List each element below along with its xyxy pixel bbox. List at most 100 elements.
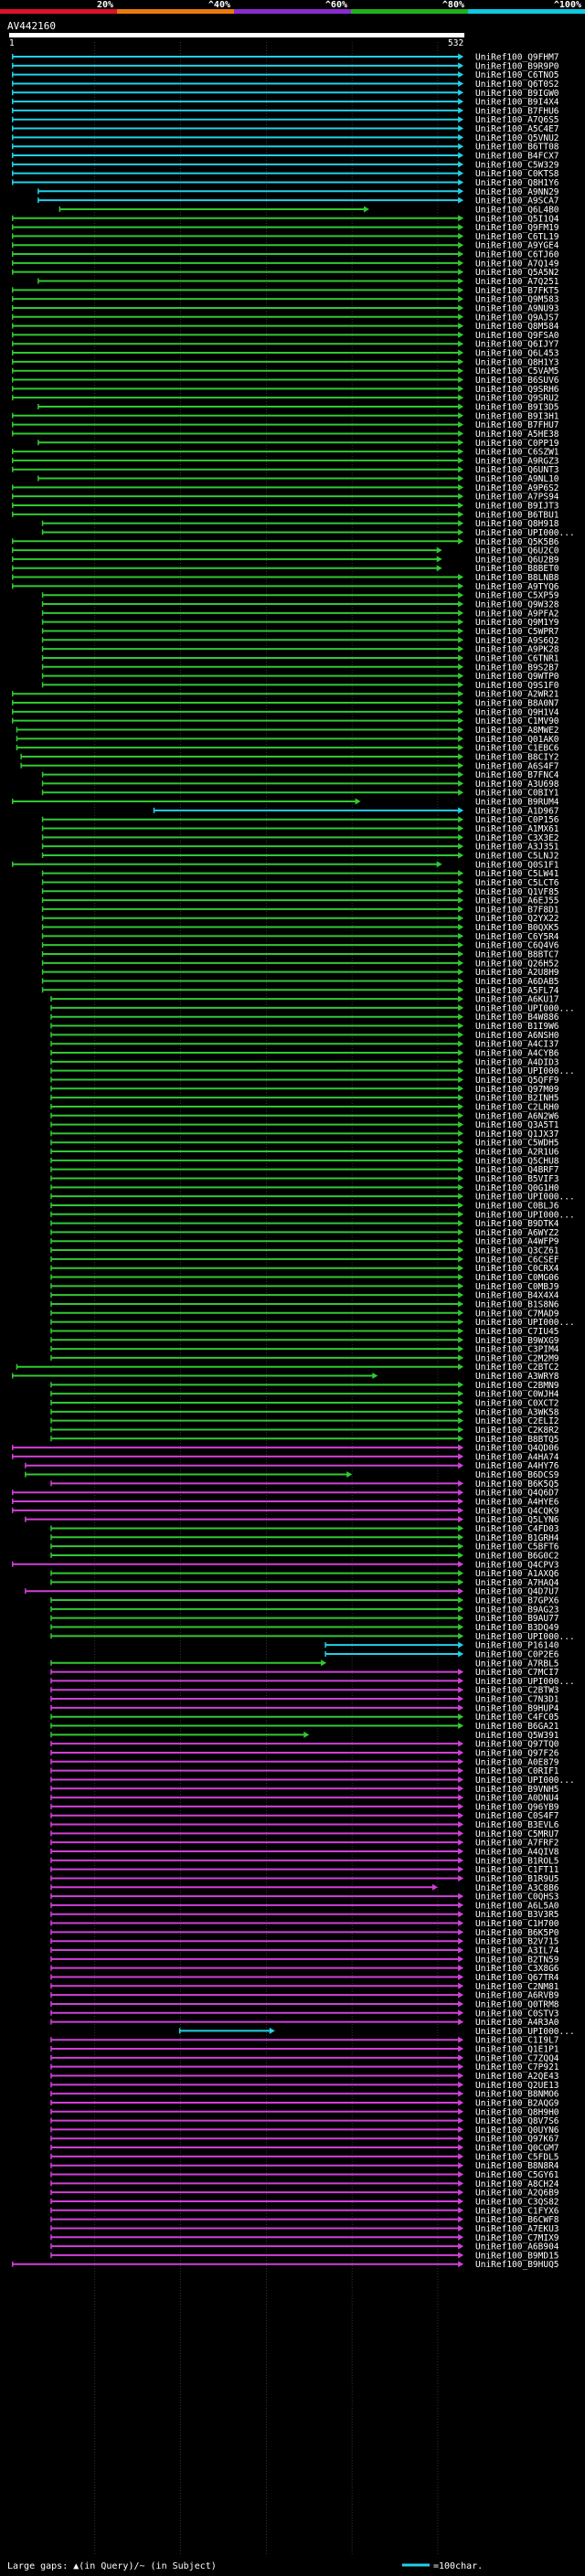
hit-arrowhead bbox=[355, 798, 361, 805]
hit-arrowhead bbox=[458, 1220, 464, 1227]
hit-arrowhead bbox=[458, 304, 464, 312]
hit-arrowhead bbox=[458, 1354, 464, 1362]
hit-arrowhead bbox=[458, 241, 464, 249]
hit-arrowhead bbox=[458, 1677, 464, 1684]
hit-arrowhead bbox=[458, 394, 464, 401]
hit-arrowhead bbox=[458, 1390, 464, 1397]
hit-arrowhead bbox=[458, 1319, 464, 1326]
hit-arrowhead bbox=[458, 429, 464, 437]
footer-legend-text: Large gaps: ▲(in Query)/~ (in Subject) bbox=[7, 2561, 217, 2571]
footer-scale-label: =100char. bbox=[433, 2561, 483, 2571]
hit-arrowhead bbox=[458, 896, 464, 904]
hit-arrowhead bbox=[458, 1946, 464, 1954]
hit-arrowhead bbox=[458, 2090, 464, 2097]
hit-arrowhead bbox=[458, 870, 464, 877]
hit-arrowhead bbox=[458, 187, 464, 195]
hit-arrowhead bbox=[458, 1892, 464, 1900]
hit-arrowhead bbox=[458, 1596, 464, 1604]
hit-arrowhead bbox=[436, 861, 442, 868]
hit-arrowhead bbox=[458, 349, 464, 356]
hit-arrowhead bbox=[458, 80, 464, 87]
hit-arrowhead bbox=[458, 502, 464, 509]
hit-arrowhead bbox=[458, 779, 464, 787]
hit-arrowhead bbox=[458, 2162, 464, 2169]
hit-arrowhead bbox=[458, 466, 464, 473]
hit-arrowhead bbox=[458, 2081, 464, 2088]
hit-arrowhead bbox=[458, 1982, 464, 1989]
hit-arrowhead bbox=[458, 2099, 464, 2106]
hit-arrowhead bbox=[458, 520, 464, 527]
hit-arrowhead bbox=[458, 2054, 464, 2062]
hit-arrowhead bbox=[458, 224, 464, 231]
hit-arrowhead bbox=[458, 511, 464, 518]
hit-arrowhead bbox=[269, 2027, 275, 2034]
hit-arrowhead bbox=[458, 582, 464, 589]
hit-arrowhead bbox=[458, 1112, 464, 1119]
hit-arrowhead bbox=[363, 206, 369, 213]
hit-arrowhead bbox=[458, 600, 464, 608]
hit-arrowhead bbox=[458, 654, 464, 662]
scale-tick-label: ^80% bbox=[442, 0, 464, 10]
hit-arrowhead bbox=[458, 1857, 464, 1864]
hit-arrowhead bbox=[458, 1542, 464, 1550]
hit-arrowhead bbox=[458, 959, 464, 967]
hit-arrowhead bbox=[458, 663, 464, 671]
hit-arrowhead bbox=[458, 1570, 464, 1577]
hit-arrowhead bbox=[458, 762, 464, 769]
hit-arrowhead bbox=[458, 1183, 464, 1191]
hit-arrowhead bbox=[458, 232, 464, 239]
hit-arrowhead bbox=[436, 546, 442, 554]
hit-arrowhead bbox=[458, 1956, 464, 1963]
hit-arrowhead bbox=[458, 1462, 464, 1469]
hit-arrowhead bbox=[458, 143, 464, 150]
hit-arrowhead bbox=[458, 528, 464, 535]
hit-arrowhead bbox=[458, 1937, 464, 1945]
query-name: AV442160 bbox=[7, 20, 56, 32]
hit-arrowhead bbox=[458, 1417, 464, 1425]
hit-arrowhead bbox=[458, 690, 464, 697]
hit-arrowhead bbox=[458, 2179, 464, 2187]
hit-arrowhead bbox=[458, 977, 464, 984]
hit-arrowhead bbox=[458, 1228, 464, 1235]
hit-arrowhead bbox=[458, 1928, 464, 1935]
hit-arrowhead bbox=[458, 1749, 464, 1756]
hit-arrowhead bbox=[458, 699, 464, 706]
hit-arrowhead bbox=[458, 1300, 464, 1308]
hit-label[interactable]: UniRef100_B9HUQ5 bbox=[475, 2260, 559, 2270]
hit-arrowhead bbox=[458, 1650, 464, 1658]
hit-arrowhead bbox=[458, 1794, 464, 1801]
query-start-label: 1 bbox=[9, 38, 15, 48]
hit-arrowhead bbox=[436, 556, 442, 563]
hit-arrowhead bbox=[458, 331, 464, 338]
hit-arrowhead bbox=[458, 323, 464, 330]
hit-arrowhead bbox=[458, 789, 464, 796]
hit-arrowhead bbox=[458, 1991, 464, 1998]
hit-arrowhead bbox=[458, 1758, 464, 1765]
hit-arrowhead bbox=[458, 295, 464, 302]
hit-arrowhead bbox=[458, 1453, 464, 1460]
hit-arrowhead bbox=[458, 1274, 464, 1281]
hit-arrowhead bbox=[458, 62, 464, 69]
hit-arrowhead bbox=[458, 2242, 464, 2250]
hit-arrowhead bbox=[458, 1103, 464, 1110]
hit-arrowhead bbox=[458, 1148, 464, 1155]
hit-arrowhead bbox=[458, 717, 464, 725]
hit-arrowhead bbox=[458, 376, 464, 384]
scale-tick-label: ^100% bbox=[554, 0, 581, 10]
hit-arrowhead bbox=[458, 421, 464, 429]
hit-arrowhead bbox=[458, 1256, 464, 1263]
hit-arrowhead bbox=[458, 1282, 464, 1289]
hit-arrowhead bbox=[458, 1821, 464, 1829]
hit-arrowhead bbox=[458, 627, 464, 634]
hit-arrowhead bbox=[458, 995, 464, 1002]
hit-arrowhead bbox=[458, 950, 464, 958]
hit-arrowhead bbox=[458, 1094, 464, 1101]
hit-row[interactable]: UniRef100_B9HUQ5 bbox=[12, 2260, 559, 2270]
hit-arrowhead bbox=[458, 2224, 464, 2231]
hit-arrowhead bbox=[458, 941, 464, 949]
hit-arrowhead bbox=[458, 726, 464, 733]
hit-arrowhead bbox=[458, 2216, 464, 2223]
hit-arrowhead bbox=[458, 2171, 464, 2178]
hit-arrowhead bbox=[458, 2207, 464, 2214]
hit-arrowhead bbox=[458, 475, 464, 482]
